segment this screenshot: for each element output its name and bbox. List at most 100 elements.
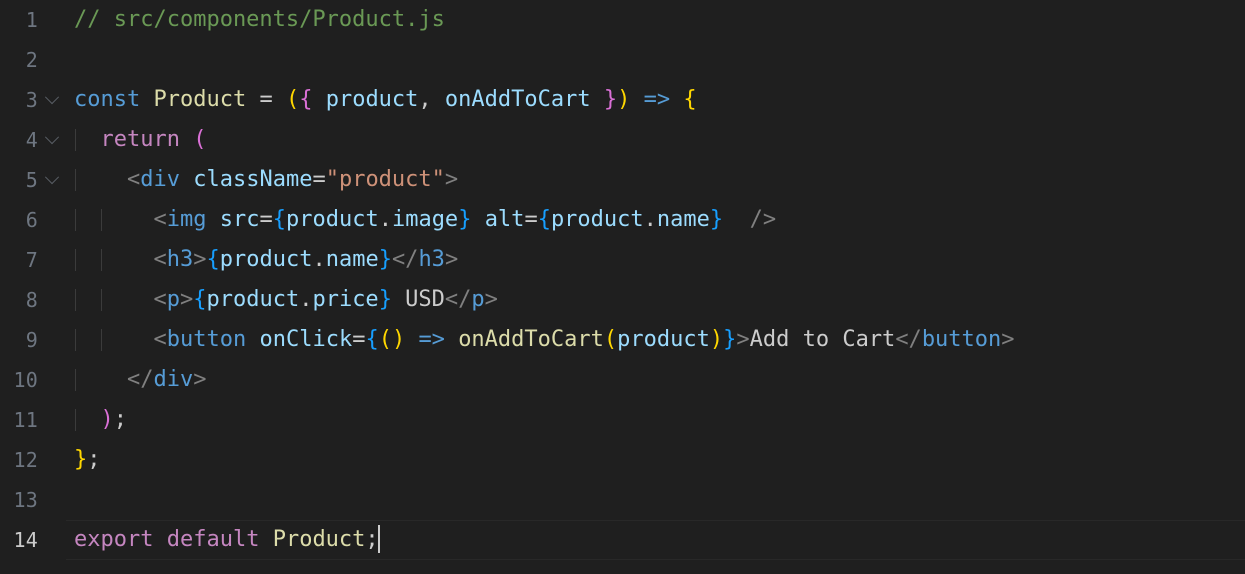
- line-number: 12: [13, 448, 38, 472]
- indent-guide: [101, 209, 103, 231]
- code-token: product: [325, 87, 419, 112]
- chevron-down-icon[interactable]: [38, 160, 66, 200]
- code-line[interactable]: 2: [0, 40, 1245, 80]
- code-token: </: [391, 247, 419, 272]
- code-token: =: [352, 327, 366, 352]
- fold-placeholder: [38, 40, 66, 80]
- code-token: // src/components/Product.js: [74, 7, 445, 32]
- code-token: ,: [418, 87, 432, 112]
- line-number: 3: [25, 88, 38, 112]
- code-token: img: [166, 207, 207, 232]
- code-token: =: [259, 207, 273, 232]
- gutter: 2: [0, 40, 66, 80]
- code-line[interactable]: 11 );: [0, 400, 1245, 440]
- code-lines: 1 // src/components/Product.js 2 3 const Pro…: [0, 0, 1245, 560]
- code-line[interactable]: 5 <div className="product">: [0, 160, 1245, 200]
- code-token: {: [537, 207, 551, 232]
- code-line[interactable]: 9 <button onClick={() => onAddToCart(pro…: [0, 320, 1245, 360]
- gutter: 14: [0, 520, 66, 560]
- code-token: name: [325, 247, 379, 272]
- code-line[interactable]: 12};: [0, 440, 1245, 480]
- code-token: h3: [166, 247, 194, 272]
- code-line[interactable]: 8 <p>{product.price} USD</p>: [0, 280, 1245, 320]
- gutter: 8: [0, 280, 66, 320]
- fold-placeholder: [38, 480, 66, 520]
- code-line[interactable]: 6 <img src={product.image} alt={product.…: [0, 200, 1245, 240]
- code-token: .: [312, 247, 326, 272]
- code-text: // src/components/Product.js: [66, 9, 1245, 31]
- code-line[interactable]: 13: [0, 480, 1245, 520]
- code-token: <: [153, 247, 167, 272]
- code-line[interactable]: 4 return (: [0, 120, 1245, 160]
- gutter: 13: [0, 480, 66, 520]
- code-text: <p>{product.price} USD</p>: [66, 289, 1245, 311]
- code-token: >: [444, 247, 459, 272]
- code-token: {: [272, 207, 286, 232]
- code-token: .: [378, 207, 392, 232]
- line-number: 11: [13, 408, 38, 432]
- gutter: 4: [0, 120, 66, 160]
- code-token: ): [617, 87, 631, 112]
- code-token: p: [471, 287, 485, 312]
- gutter: 1: [0, 0, 66, 40]
- code-token: }: [723, 327, 737, 352]
- code-token: Product: [272, 527, 366, 552]
- gutter: 12: [0, 440, 66, 480]
- code-editor[interactable]: // src/components/Product.js 1 // src/com…: [0, 0, 1245, 574]
- chevron-down-glyph: [44, 170, 60, 185]
- indent-guide: [101, 289, 103, 311]
- code-text: <div className="product">: [66, 169, 1245, 191]
- code-token: </: [444, 287, 472, 312]
- code-token: className: [193, 167, 313, 192]
- text-cursor: [377, 525, 380, 553]
- code-line[interactable]: 14 export default Product;: [0, 520, 1245, 560]
- code-token: =>: [643, 87, 671, 112]
- code-text: <button onClick={() => onAddToCart(produ…: [66, 329, 1245, 351]
- code-token: "product": [325, 167, 445, 192]
- chevron-down-icon[interactable]: [38, 120, 66, 160]
- indent-guide: [75, 249, 76, 271]
- code-text: <img src={product.image} alt={product.na…: [66, 209, 1245, 231]
- code-line[interactable]: 7 <h3>{product.name}</h3>: [0, 240, 1245, 280]
- chevron-down-icon[interactable]: [38, 80, 66, 120]
- code-line[interactable]: 10 </div>: [0, 360, 1245, 400]
- code-text: );: [66, 409, 1245, 431]
- code-token: product: [285, 207, 379, 232]
- chevron-down-glyph: [44, 90, 60, 105]
- code-token: >: [736, 327, 750, 352]
- code-token: return: [100, 127, 180, 152]
- code-token: >: [193, 247, 207, 272]
- code-token: product: [617, 327, 710, 352]
- fold-placeholder: [38, 200, 66, 240]
- code-line[interactable]: 1 // src/components/Product.js: [0, 0, 1245, 40]
- code-token: h3: [418, 247, 445, 272]
- code-token: }: [74, 447, 88, 472]
- code-token: {: [299, 87, 313, 112]
- chevron-down-glyph: [44, 130, 60, 145]
- code-token: name: [656, 207, 710, 232]
- code-token: ;: [113, 407, 127, 432]
- code-token: export: [74, 527, 154, 552]
- fold-placeholder: [38, 520, 66, 560]
- code-line[interactable]: 3 const Product = ({ product, onAddToCart…: [0, 80, 1245, 120]
- code-token: }: [458, 207, 472, 232]
- code-token: const: [74, 87, 141, 112]
- line-number: 14: [13, 528, 38, 552]
- indent-guide: [75, 289, 76, 311]
- code-token: </: [126, 367, 154, 392]
- line-number: 10: [13, 368, 38, 392]
- code-token: <: [126, 167, 141, 192]
- code-token: >: [1001, 327, 1015, 352]
- gutter: 5: [0, 160, 66, 200]
- line-number: 7: [25, 248, 38, 272]
